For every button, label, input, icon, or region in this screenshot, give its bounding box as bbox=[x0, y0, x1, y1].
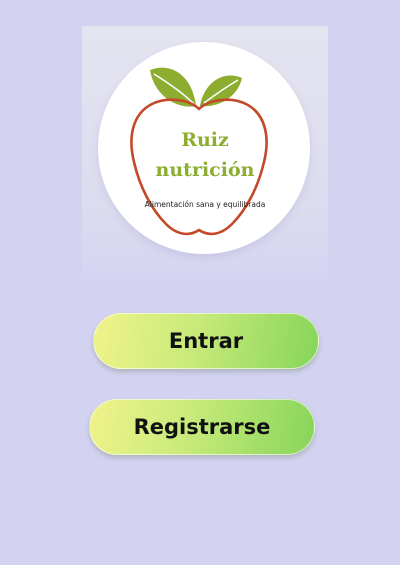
brand-name-line2: nutrición bbox=[155, 159, 255, 181]
logo-card: Ruiz nutrición Alimentación sana y equil… bbox=[82, 26, 328, 282]
register-button[interactable]: Registrarse bbox=[89, 399, 315, 455]
enter-button[interactable]: Entrar bbox=[93, 313, 319, 369]
apple-outline-icon bbox=[130, 67, 268, 236]
app-screen: Ruiz nutrición Alimentación sana y equil… bbox=[0, 0, 400, 565]
brand-name-line1: Ruiz bbox=[181, 129, 229, 151]
brand-tagline: Alimentación sana y equilibrada bbox=[144, 200, 266, 209]
